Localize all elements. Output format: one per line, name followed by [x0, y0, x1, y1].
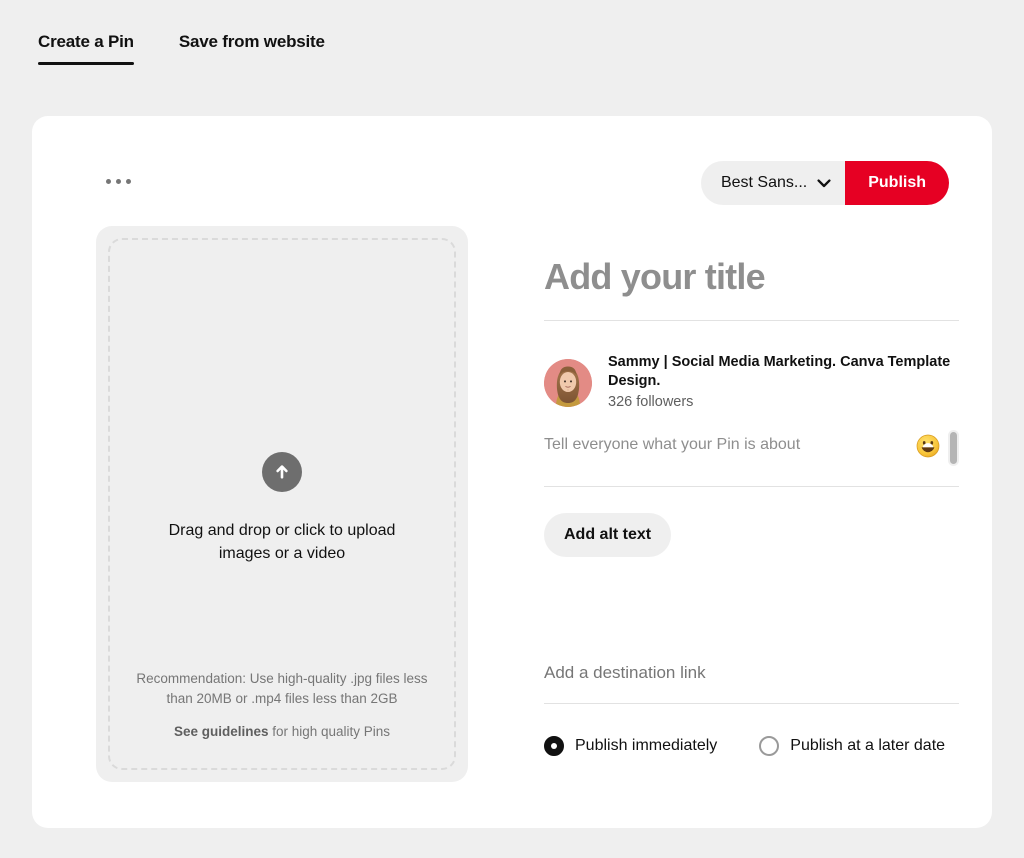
- radio-publish-immediately-label: Publish immediately: [575, 737, 718, 755]
- radio-publish-immediately[interactable]: Publish immediately: [544, 736, 718, 757]
- upload-recommendation-text: Recommendation: Use high-quality .jpg fi…: [136, 671, 428, 706]
- pin-title-placeholder: Add your title: [544, 256, 766, 297]
- avatar-photo: [544, 358, 592, 407]
- see-guidelines-rest: for high quality Pins: [268, 724, 391, 740]
- destination-link-placeholder: Add a destination link: [544, 663, 706, 683]
- media-upload-zone[interactable]: Drag and drop or click to upload images …: [96, 226, 468, 782]
- account-followers: 326 followers: [608, 393, 694, 410]
- add-alt-text-label: Add alt text: [564, 526, 652, 544]
- tab-save-from-website[interactable]: Save from website: [179, 32, 325, 65]
- radio-publish-later-mark[interactable]: [759, 736, 780, 757]
- media-upload-dropzone[interactable]: Drag and drop or click to upload images …: [108, 238, 456, 770]
- ellipsis-dot: [126, 179, 131, 184]
- upload-prompt-text: Drag and drop or click to upload images …: [168, 522, 396, 562]
- pin-title-input[interactable]: Add your title: [544, 256, 959, 321]
- pin-description-field[interactable]: Tell everyone what your Pin is about: [544, 430, 959, 488]
- chevron-down-icon: [817, 178, 831, 187]
- account-row[interactable]: Sammy | Social Media Marketing. Canva Te…: [544, 353, 959, 412]
- tab-save-from-website-label: Save from website: [178, 32, 325, 51]
- destination-link-input[interactable]: Add a destination link: [544, 663, 959, 705]
- radio-publish-later[interactable]: Publish at a later date: [759, 736, 946, 757]
- pin-builder-card: Best Sans... Publish Drag and drop or cl…: [32, 116, 992, 828]
- tab-create-a-pin-label: Create a Pin: [38, 32, 134, 51]
- ellipsis-dot: [116, 179, 121, 184]
- top-tab-bar: Create a Pin Save from website: [38, 32, 325, 65]
- board-select[interactable]: Best Sans...: [700, 161, 846, 205]
- see-guidelines-link[interactable]: See guidelines: [174, 724, 269, 739]
- pin-details-panel: Add your title Sammy | Social Media Mark…: [544, 256, 959, 757]
- upload-guidelines-note: See guidelines for high quality Pins: [136, 722, 428, 742]
- board-select-value: Best Sans...: [720, 174, 808, 191]
- add-alt-text-button[interactable]: Add alt text: [544, 513, 672, 558]
- upload-cta: Drag and drop or click to upload images …: [110, 452, 454, 565]
- grinning-face-emoji-icon[interactable]: [916, 434, 940, 458]
- ellipsis-icon[interactable]: [100, 173, 137, 190]
- scrollbar-thumb[interactable]: [950, 432, 957, 465]
- tab-create-a-pin[interactable]: Create a Pin: [38, 32, 134, 65]
- radio-publish-immediately-mark[interactable]: [544, 736, 564, 757]
- vertical-scrollbar[interactable]: [948, 430, 959, 467]
- publish-schedule-options: Publish immediately Publish at a later d…: [544, 736, 959, 757]
- avatar: [544, 358, 592, 407]
- header-actions: Best Sans... Publish: [700, 161, 949, 205]
- publish-button[interactable]: Publish: [845, 161, 949, 205]
- account-meta: Sammy | Social Media Marketing. Canva Te…: [608, 353, 959, 412]
- upload-arrow-glyph: [276, 465, 288, 479]
- account-name: Sammy | Social Media Marketing. Canva Te…: [608, 354, 951, 389]
- upload-footnotes: Recommendation: Use high-quality .jpg fi…: [136, 669, 428, 742]
- upload-arrow-icon[interactable]: [262, 452, 302, 492]
- pin-description-input[interactable]: Tell everyone what your Pin is about: [544, 434, 916, 454]
- publish-button-label: Publish: [868, 174, 926, 191]
- ellipsis-dot: [106, 179, 111, 184]
- radio-publish-later-label: Publish at a later date: [790, 737, 946, 755]
